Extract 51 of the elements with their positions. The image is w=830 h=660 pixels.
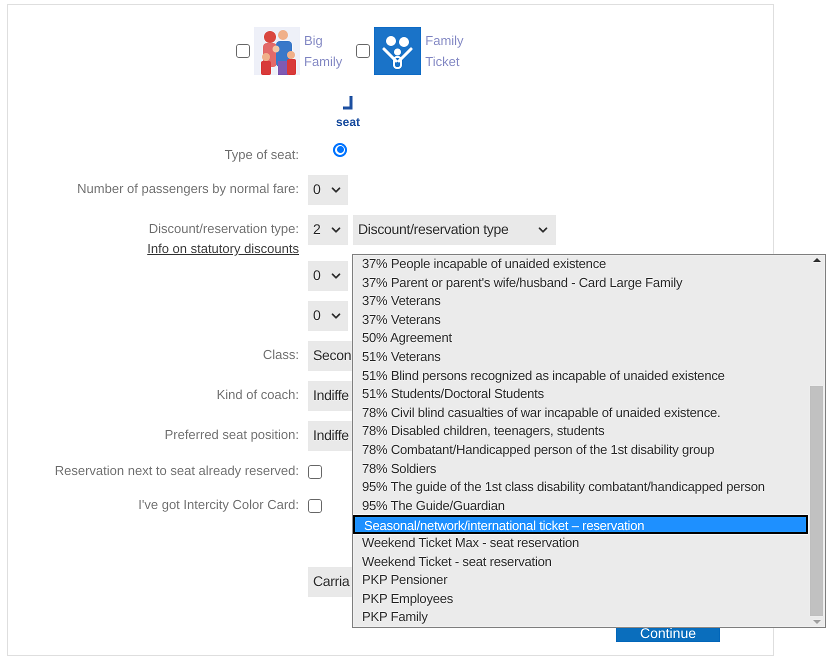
dropdown-option[interactable]: 37% Veterans <box>353 292 808 311</box>
field-label: Class: <box>262 346 299 364</box>
field-label: Preferred seat position: <box>164 426 299 444</box>
family-icon <box>374 27 422 75</box>
dropdown-option[interactable]: 51% Veterans <box>353 348 808 367</box>
ticket-option-label: Family Ticket <box>425 32 464 71</box>
select-field[interactable]: 0 <box>308 300 348 330</box>
checkbox[interactable] <box>356 44 370 58</box>
dropdown-option[interactable]: 51% Students/Doctoral Students <box>353 385 808 404</box>
dropdown-option[interactable]: 37% People incapable of unaided existence <box>353 255 808 274</box>
scrollbar-thumb[interactable] <box>810 386 823 616</box>
select-field[interactable]: Secon <box>308 340 354 370</box>
select-field[interactable]: 0 <box>308 174 348 204</box>
field-label: I've got Intercity Color Card: <box>138 496 299 514</box>
checkbox[interactable] <box>308 464 322 478</box>
seat-caption: seat <box>336 114 360 131</box>
select-field[interactable]: Carria <box>308 566 354 596</box>
dropdown-option[interactable]: 95% The guide of the 1st class disability combatant/handicapped person <box>353 478 808 497</box>
dropdown-option[interactable]: 37% Veterans <box>353 310 808 330</box>
select-field[interactable]: Indiffe <box>308 380 354 410</box>
ticket-option-label: Big Family <box>304 32 342 71</box>
dropdown-option[interactable]: 78% Soldiers <box>353 460 808 478</box>
dropdown-option[interactable]: PKP Pensioner <box>353 571 808 590</box>
field-label: Type of seat: <box>224 146 299 164</box>
seat-icon <box>342 95 354 111</box>
dropdown-option[interactable]: PKP Family <box>353 608 808 627</box>
field-label: Discount/reservation type: <box>148 220 299 238</box>
dropdown-option[interactable]: PKP Employees <box>353 590 808 608</box>
radio-button[interactable] <box>333 142 347 156</box>
dropdown-option[interactable]: 78% Combatant/Handicapped person of the 1st disability group <box>353 440 808 460</box>
info-link[interactable]: Info on statutory discounts <box>147 239 299 258</box>
select-field[interactable]: 2 <box>308 214 348 244</box>
field-label: Kind of coach: <box>216 386 299 404</box>
dropdown-option[interactable]: 51% Blind persons recognized as incapable of unaided existence <box>353 366 808 386</box>
dropdown-option[interactable]: 78% Civil blind casualties of war incapable of unaided existence. <box>353 404 808 422</box>
checkbox[interactable] <box>236 44 250 58</box>
select-field[interactable]: 0 <box>308 260 348 290</box>
scroll-up-icon <box>812 255 820 265</box>
select-field[interactable]: Discount/reservation type <box>353 214 556 244</box>
field-label: Number of passengers by normal fare: <box>77 180 299 198</box>
dropdown-option[interactable]: 50% Agreement <box>353 329 808 348</box>
dropdown-option[interactable]: Weekend Ticket - seat reservation <box>353 552 808 572</box>
dropdown-option[interactable]: Weekend Ticket Max - seat reservation <box>353 534 808 552</box>
checkbox[interactable] <box>308 498 322 512</box>
dropdown-option[interactable]: 78% Disabled children, teenagers, students <box>353 422 808 441</box>
scrollbar[interactable] <box>808 255 825 627</box>
field-label: Reservation next to seat already reserved: <box>54 462 299 480</box>
dropdown-option[interactable]: 95% The Guide/Guardian <box>353 496 808 516</box>
scroll-down-icon <box>812 617 820 627</box>
select-field[interactable]: Indiffe <box>308 420 354 450</box>
dropdown-option[interactable]: 37% Parent or parent's wife/husband - Card Large Family <box>353 274 808 292</box>
